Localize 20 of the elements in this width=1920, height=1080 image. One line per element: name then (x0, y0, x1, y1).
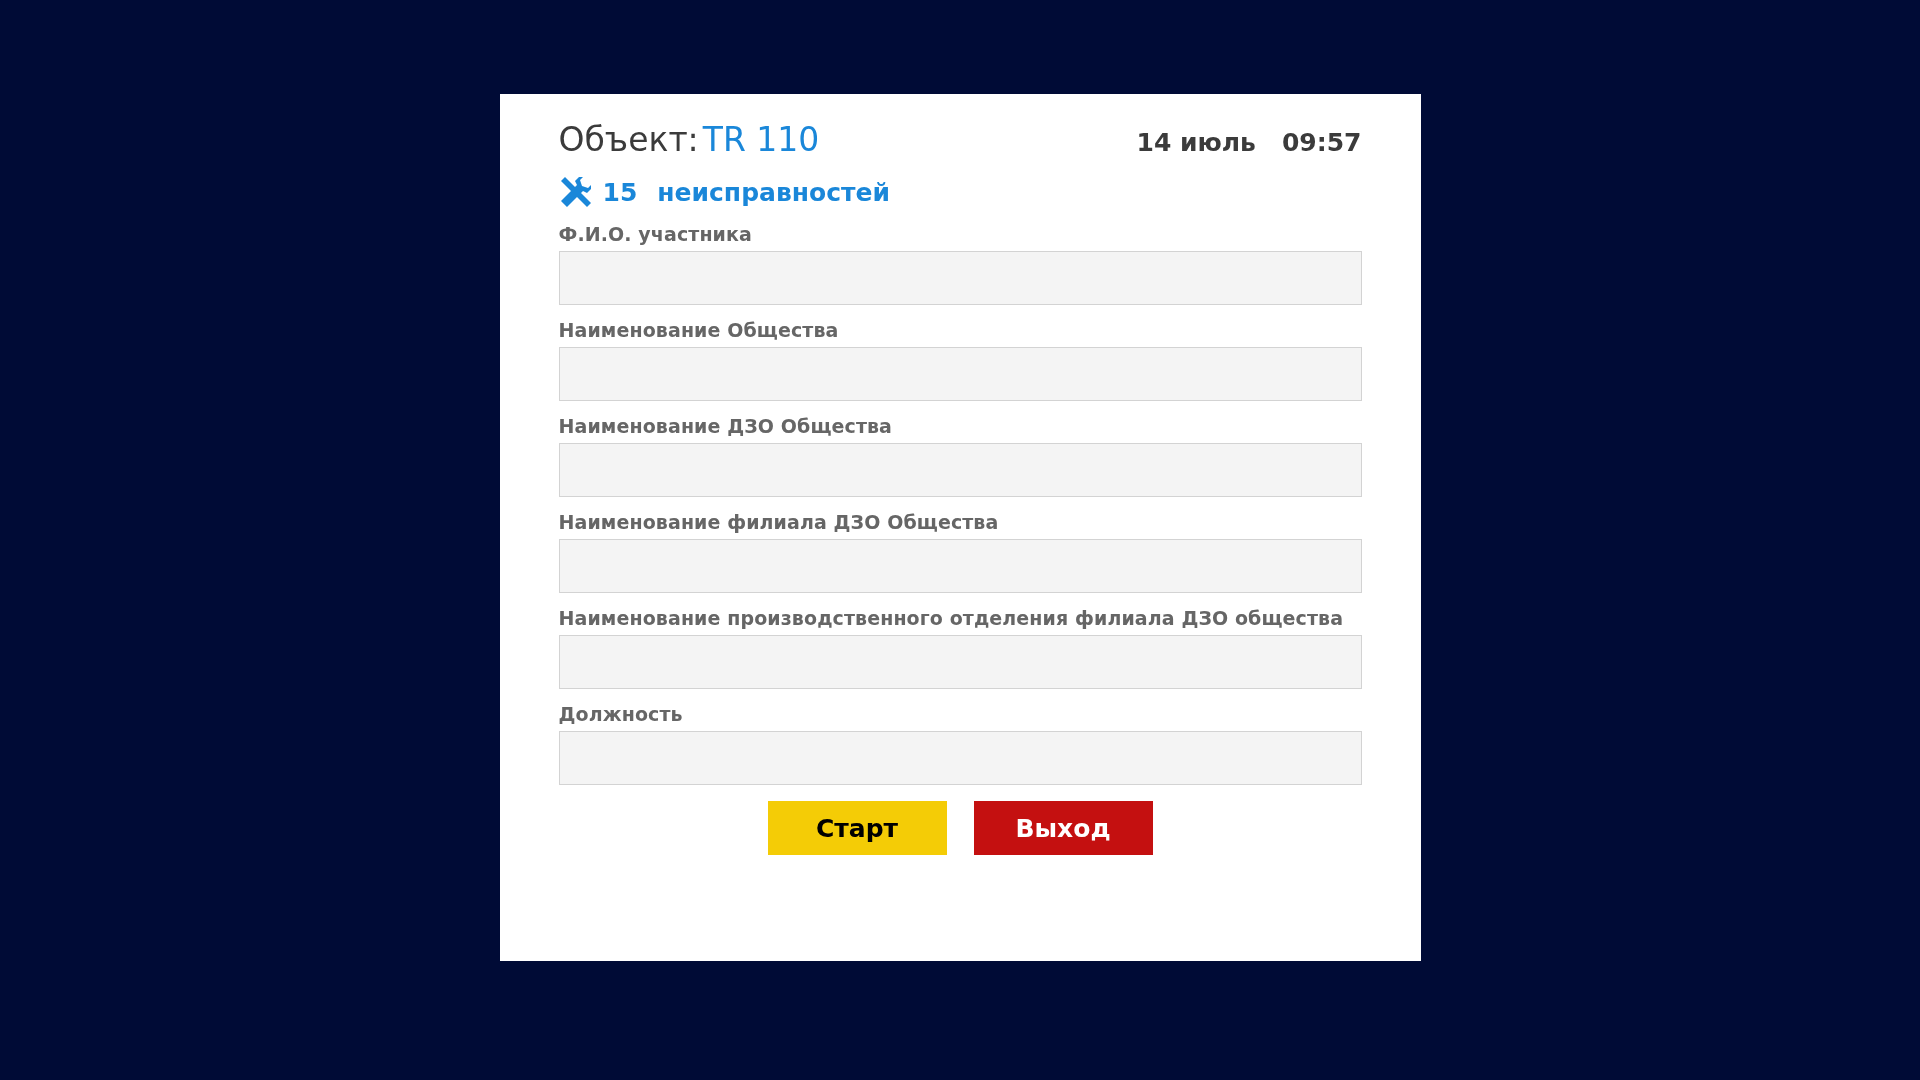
start-button[interactable]: Старт (767, 801, 947, 855)
input-field[interactable] (558, 347, 1362, 401)
field-label: Наименование филиала ДЗО Общества (558, 511, 999, 533)
input-field[interactable] (558, 251, 1362, 305)
input-field[interactable] (558, 443, 1362, 497)
field-label: Ф.И.О. участника (558, 223, 752, 245)
exit-button[interactable]: Выход (973, 801, 1153, 855)
object-label: Объект: (558, 120, 699, 159)
input-field[interactable] (558, 539, 1362, 593)
time-text: 09:57 (1281, 128, 1362, 157)
field-label: Наименование ДЗО Общества (558, 415, 893, 437)
input-field[interactable] (558, 731, 1362, 785)
field-label: Наименование производственного отделения филиала ДЗО общества (558, 607, 1344, 629)
faults-label: неисправностей (657, 177, 890, 207)
field-label: Наименование Общества (558, 319, 839, 341)
object-value: TR 110 (702, 120, 820, 159)
input-field[interactable] (558, 635, 1362, 689)
fault-count: 15 (602, 177, 638, 207)
date-text: 14 июль (1136, 128, 1256, 157)
field-label: Должность (558, 703, 683, 725)
